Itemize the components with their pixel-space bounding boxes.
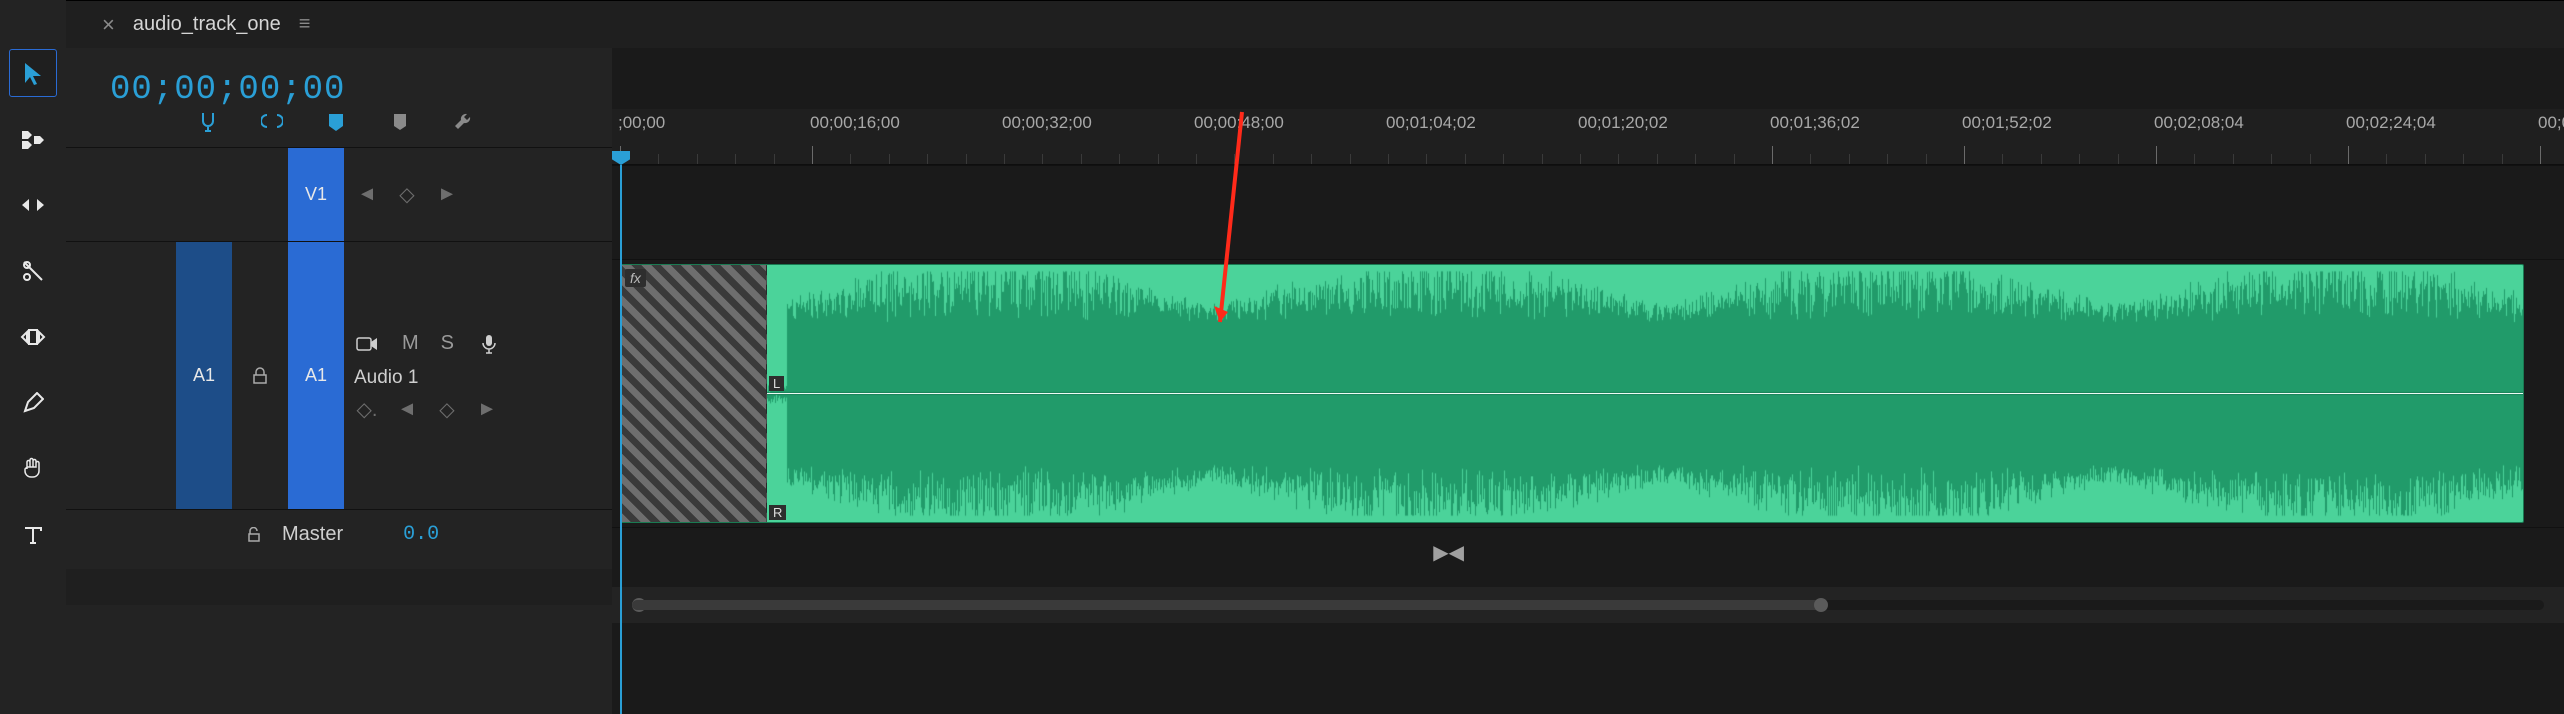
settings-wrench-icon[interactable] [450, 108, 478, 136]
a1-prev-keyframe-icon[interactable]: ◄ [396, 399, 418, 421]
a1-source-patch[interactable]: A1 [176, 242, 232, 509]
linked-selection-icon[interactable] [258, 108, 286, 136]
a1-target-toggle[interactable]: A1 [288, 242, 344, 509]
v1-next-keyframe-icon[interactable]: ► [436, 184, 458, 206]
lock-icon[interactable] [246, 527, 262, 543]
ruler-label: 00;01;20;02 [1578, 113, 1668, 133]
pen-tool[interactable] [10, 380, 56, 426]
master-label: Master [282, 523, 343, 546]
clip-locked-region [621, 265, 767, 522]
ripple-edit-tool[interactable] [10, 182, 56, 228]
right-channel-label: R [769, 505, 786, 520]
ruler-label: 00;02;40;04 [2538, 113, 2564, 133]
selection-tool[interactable] [10, 50, 56, 96]
ruler-label: ;00;00 [618, 113, 665, 133]
a1-record-icon[interactable] [354, 331, 380, 357]
lock-icon [251, 367, 269, 385]
ruler-label: 00;02;24;04 [2346, 113, 2436, 133]
marker-icon[interactable] [386, 108, 414, 136]
a1-track-name[interactable]: Audio 1 [354, 367, 612, 389]
ruler-label: 00;00;32;00 [1002, 113, 1092, 133]
master-track-lane[interactable]: ▶◀ [612, 527, 2564, 577]
scroll-thumb[interactable] [632, 600, 1822, 610]
waveform-right [767, 394, 2523, 523]
razor-tool[interactable] [10, 248, 56, 294]
sequence-tab-name[interactable]: audio_track_one [133, 13, 281, 36]
playhead[interactable] [620, 165, 622, 714]
ruler-label: 00;01;52;02 [1962, 113, 2052, 133]
master-track-header: Master 0.0 [66, 509, 612, 559]
snap-toggle-icon[interactable] [194, 108, 222, 136]
a1-voiceover-icon[interactable] [476, 331, 502, 357]
type-tool[interactable] [10, 512, 56, 558]
a1-track-lane[interactable]: fx L R [612, 259, 2564, 527]
zoom-handle-right[interactable] [1814, 598, 1828, 612]
a1-next-keyframe-icon[interactable]: ► [476, 399, 498, 421]
v1-add-keyframe-icon[interactable]: ◇ [396, 184, 418, 206]
ruler-label: 00;00;16;00 [810, 113, 900, 133]
sequence-tab-bar: × audio_track_one ≡ [66, 0, 2564, 48]
ruler-label: 00;01;36;02 [1770, 113, 1860, 133]
waveform-left [767, 265, 2523, 393]
close-tab-icon[interactable]: × [102, 12, 115, 38]
a1-keyframe-mode-icon[interactable]: ◇. [356, 399, 378, 421]
slip-tool[interactable] [10, 314, 56, 360]
a1-solo-button[interactable]: S [441, 332, 454, 355]
panel-menu-icon[interactable]: ≡ [299, 13, 311, 36]
track-header-area: 00;00;00;00 V1 ◄ [66, 48, 612, 714]
playhead-timecode[interactable]: 00;00;00;00 [110, 71, 345, 109]
v1-track-lane[interactable] [612, 165, 2564, 259]
vertical-zoom-area [66, 569, 612, 605]
v1-target-toggle[interactable]: V1 [288, 148, 344, 241]
ruler-label: 00;02;08;04 [2154, 113, 2244, 133]
audio-track-header: A1 A1 M S Audio 1 ◇. [66, 241, 612, 509]
v1-source-patch[interactable] [176, 148, 232, 241]
v1-lock-toggle[interactable] [232, 148, 288, 241]
audio-clip[interactable]: fx L R [620, 264, 2524, 523]
sync-lock-icon[interactable]: ▶◀ [1433, 540, 1464, 565]
a1-lock-toggle[interactable] [232, 242, 288, 509]
annotation-arrow [1212, 107, 1252, 347]
horizontal-scrollbar[interactable] [612, 587, 2564, 623]
v1-prev-keyframe-icon[interactable]: ◄ [356, 184, 378, 206]
tools-panel [0, 0, 66, 714]
a1-add-keyframe-icon[interactable]: ◇ [436, 399, 458, 421]
timeline-area[interactable]: ;00;0000;00;16;0000;00;32;0000;00;48;000… [612, 48, 2564, 714]
hand-tool[interactable] [10, 446, 56, 492]
master-level[interactable]: 0.0 [403, 523, 439, 546]
add-marker-icon[interactable] [322, 108, 350, 136]
fx-badge[interactable]: fx [625, 269, 646, 287]
video-track-header: V1 ◄ ◇ ► [66, 147, 612, 241]
time-ruler[interactable]: ;00;0000;00;16;0000;00;32;0000;00;48;000… [612, 109, 2564, 165]
a1-mute-button[interactable]: M [402, 332, 419, 355]
track-select-forward-tool[interactable] [10, 116, 56, 162]
left-channel-label: L [769, 376, 784, 391]
ruler-label: 00;01;04;02 [1386, 113, 1476, 133]
